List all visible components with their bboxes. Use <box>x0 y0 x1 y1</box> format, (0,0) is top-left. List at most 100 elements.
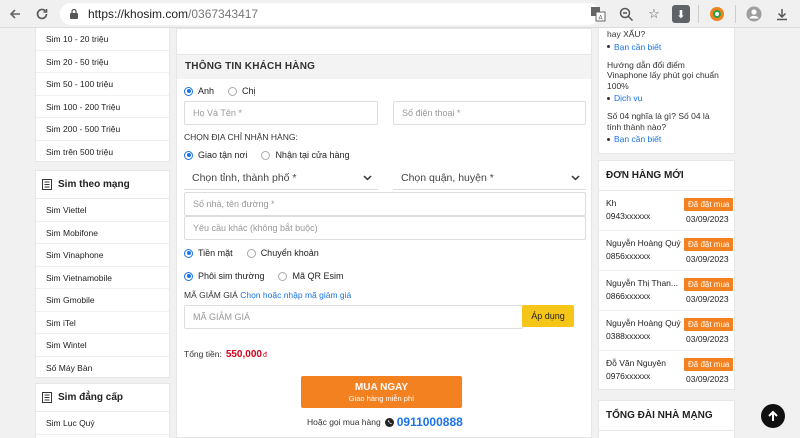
customer-info-title: THÔNG TIN KHÁCH HÀNG <box>177 55 591 79</box>
sidebar-item-price[interactable]: Sim 20 - 50 triệu <box>36 51 169 73</box>
news-box: hay XẤU? Bạn cần biết Hướng dẫn đổi điểm… <box>598 28 735 154</box>
radio-icon <box>228 86 238 96</box>
order-phone: 0856xxxxxx <box>606 251 651 261</box>
order-item: Kh 0943xxxxxx Đã đặt mua 03/09/2023 <box>599 191 734 231</box>
zoom-icon[interactable] <box>616 4 636 24</box>
order-name: Nguyễn Hoàng Quý <box>606 238 681 248</box>
delivery-home-option[interactable]: Giao tận nơi <box>184 150 247 160</box>
radio-checked-icon <box>184 271 193 281</box>
address-bar[interactable]: https://khosim.com/0367343417 <box>60 3 600 25</box>
new-orders-box: ĐƠN HÀNG MỚI Kh 0943xxxxxx Đã đặt mua 03… <box>598 160 735 390</box>
bullet-icon <box>607 96 610 100</box>
class-title: Sim đẳng cấp <box>58 392 124 403</box>
coupon-link[interactable]: Chọn hoặc nhập mã giảm giá <box>240 290 351 300</box>
scroll-to-top-button[interactable] <box>761 404 785 428</box>
sidebar-item-network[interactable]: Sim Mobifone <box>36 222 169 244</box>
sidebar-item-network[interactable]: Sim iTel <box>36 312 169 334</box>
order-date: 03/09/2023 <box>686 214 729 224</box>
address-label: CHỌN ĐỊA CHỈ NHẬN HÀNG: <box>184 132 298 142</box>
coupon-label: MÃ GIẢM GIÁ <box>184 290 238 300</box>
sim-esim-option[interactable]: Mã QR Esim <box>278 271 343 281</box>
sidebar-item-class[interactable]: Sim Lục Quý <box>36 412 169 435</box>
translate-icon[interactable]: A <box>588 4 608 24</box>
order-date: 03/09/2023 <box>686 374 729 384</box>
news-title[interactable]: hay XẤU? <box>607 29 726 40</box>
back-arrow-icon[interactable] <box>4 3 26 25</box>
sidebar-item-price[interactable]: Sim trên 500 triệu <box>36 141 169 164</box>
sidebar-item-network[interactable]: Số Máy Bàn <box>36 357 169 380</box>
hotline-number[interactable]: 0911000888 <box>397 415 463 429</box>
order-phone: 0866xxxxxx <box>606 291 651 301</box>
currency-symbol: đ <box>262 352 267 359</box>
profile-avatar-icon[interactable] <box>744 4 764 24</box>
network-title: Sim theo mạng <box>58 179 130 190</box>
sidebar-item-price[interactable]: Sim 50 - 100 triệu <box>36 73 169 96</box>
switchboard-box: TỔNG ĐÀI NHÀ MẠNG <box>598 400 735 438</box>
order-status-badge: Đã đặt mua <box>684 278 734 291</box>
sidebar-item-network[interactable]: Sim Gmobile <box>36 289 169 312</box>
browser-toolbar: https://khosim.com/0367343417 A ☆ ⬇ <box>0 0 800 28</box>
order-name: Nguyễn Hoàng Quý <box>606 318 681 328</box>
gender-male-option[interactable]: Anh <box>184 86 214 96</box>
radio-icon <box>246 248 256 258</box>
note-field[interactable]: Yêu cầu khác (không bắt buộc) <box>184 216 586 240</box>
news-category[interactable]: Bạn cần biết <box>607 134 726 144</box>
payment-transfer-option[interactable]: Chuyển khoản <box>246 248 319 258</box>
gender-row: Anh Chị <box>184 86 270 96</box>
sidebar-item-price[interactable]: Sim 100 - 200 Triệu <box>36 96 169 118</box>
sidebar-item-network[interactable]: Sim Vietnamobile <box>36 267 169 289</box>
bullet-icon <box>607 137 610 141</box>
sidebar-item-price[interactable]: Sim 200 - 500 Triệu <box>36 118 169 141</box>
order-phone: 0976xxxxxx <box>606 371 651 381</box>
radio-checked-icon <box>184 86 193 96</box>
checkout-form: THÔNG TIN KHÁCH HÀNG Anh Chị Họ Và Tên *… <box>176 28 592 438</box>
radio-checked-icon <box>184 150 193 160</box>
reload-icon[interactable] <box>31 3 53 25</box>
extension-icon[interactable] <box>707 4 727 24</box>
order-item: Đỗ Văn Nguyên 0976xxxxxx Đã đặt mua 03/0… <box>599 351 734 391</box>
news-category[interactable]: Bạn cần biết <box>607 42 726 52</box>
download-arrow-icon[interactable] <box>772 4 792 24</box>
order-item: Nguyễn Hoàng Quý 0856xxxxxx Đã đặt mua 0… <box>599 231 734 271</box>
news-title[interactable]: Hướng dẫn đổi điểm Vinaphone lấy phút gọ… <box>607 60 726 92</box>
sidebar-item-network[interactable]: Sim Viettel <box>36 199 169 222</box>
phone-field[interactable]: Số điện thoại * <box>393 101 586 125</box>
gender-female-option[interactable]: Chị <box>228 86 256 96</box>
sim-physical-option[interactable]: Phôi sim thường <box>184 271 264 281</box>
phone-icon <box>384 417 394 427</box>
order-date: 03/09/2023 <box>686 294 729 304</box>
coupon-label-row: MÃ GIẢM GIÁ Chọn hoặc nhập mã giảm giá <box>184 290 351 300</box>
or-call-text: Hoặc gọi mua hàng <box>307 417 381 427</box>
payment-cash-option[interactable]: Tiền mặt <box>184 248 233 258</box>
order-name: Nguyễn Thị Than... <box>606 278 678 288</box>
buy-now-label: MUA NGAY <box>354 381 409 393</box>
arrow-up-icon <box>768 410 778 421</box>
news-category[interactable]: Dịch vụ <box>607 93 726 103</box>
apply-coupon-button[interactable]: Áp dụng <box>522 305 574 327</box>
payment-row: Tiền mặt Chuyển khoản <box>184 248 333 258</box>
order-item: Nguyễn Hoàng Quý 0388xxxxxx Đã đặt mua 0… <box>599 311 734 351</box>
order-phone: 0388xxxxxx <box>606 331 651 341</box>
coupon-field[interactable]: MÃ GIẢM GIÁ <box>184 305 523 329</box>
district-select[interactable]: Chọn quận, huyện * <box>393 166 586 190</box>
document-icon <box>42 179 52 190</box>
url-path: /0367343417 <box>188 7 259 21</box>
class-heading: Sim đẳng cấp <box>36 384 169 412</box>
radio-icon <box>278 271 288 281</box>
document-icon <box>42 392 52 403</box>
sidebar-item-network[interactable]: Sim Wintel <box>36 334 169 357</box>
buy-now-button[interactable]: MUA NGAY Giao hàng miễn phí <box>301 376 462 408</box>
name-field[interactable]: Họ Và Tên * <box>184 101 378 125</box>
order-name: Đỗ Văn Nguyên <box>606 358 667 368</box>
sidebar-item-network[interactable]: Sim Vinaphone <box>36 244 169 267</box>
address-field[interactable]: Số nhà, tên đường * <box>184 192 586 216</box>
sidebar-item-price[interactable]: Sim 10 - 20 triệu <box>36 28 169 51</box>
download-icon[interactable]: ⬇ <box>672 5 690 23</box>
order-status-badge: Đã đặt mua <box>684 358 734 371</box>
order-date: 03/09/2023 <box>686 334 729 344</box>
province-select[interactable]: Chọn tỉnh, thành phố * <box>184 166 378 190</box>
delivery-store-option[interactable]: Nhận tại cửa hàng <box>261 150 350 160</box>
bookmark-star-icon[interactable]: ☆ <box>644 4 664 24</box>
news-title[interactable]: Số 04 nghĩa là gì? Số 04 là tính thành n… <box>607 111 726 132</box>
network-category-box: Sim theo mạng Sim Viettel Sim Mobifone S… <box>35 170 170 378</box>
